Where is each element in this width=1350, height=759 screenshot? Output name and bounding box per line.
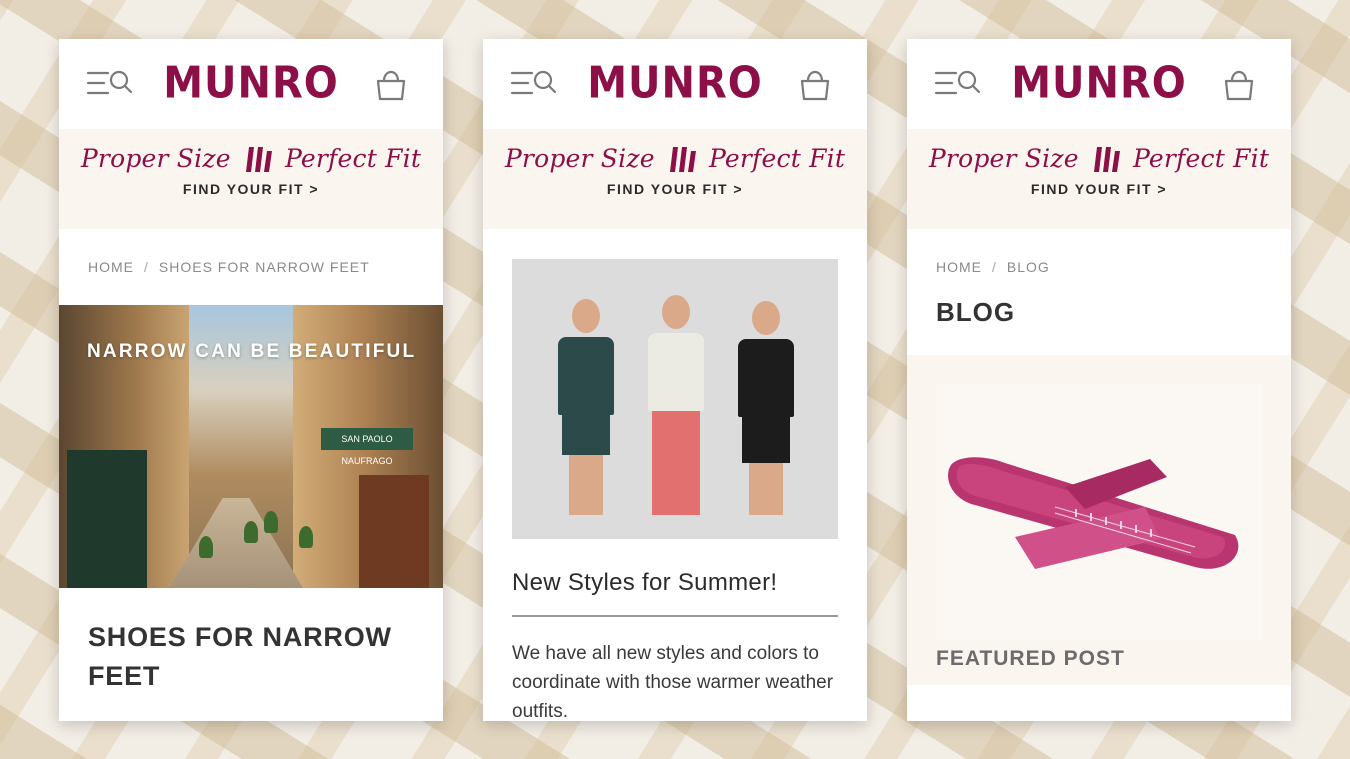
munro-m-mark-icon — [245, 147, 272, 172]
site-header: MUNRO — [483, 39, 867, 129]
shopping-bag-icon[interactable] — [1223, 67, 1255, 101]
breadcrumb: HOME / SHOES FOR NARROW FEET — [88, 259, 370, 275]
model-figure-black-dress — [736, 301, 796, 515]
phone-screen-summer-styles: MUNRO Proper Size Perfect Fit FIND YOUR … — [483, 39, 867, 721]
fit-promo-banner: Proper Size Perfect Fit FIND YOUR FIT > — [59, 129, 443, 229]
page-title-line-1: SHOES FOR NARROW — [88, 622, 392, 652]
promo-tagline: Proper Size Perfect Fit — [907, 129, 1291, 173]
breadcrumb: HOME / BLOG — [936, 259, 1050, 275]
promo-right-text: Perfect Fit — [1133, 144, 1270, 173]
breadcrumb-current: BLOG — [1006, 259, 1050, 275]
promo-tagline: Proper Size Perfect Fit — [483, 129, 867, 173]
post-excerpt: We have all new styles and colors to coo… — [512, 643, 834, 721]
shopping-bag-icon[interactable] — [799, 67, 831, 101]
promo-tagline: Proper Size Perfect Fit — [59, 129, 443, 173]
promo-right-text: Perfect Fit — [285, 144, 422, 173]
find-your-fit-link[interactable]: FIND YOUR FIT > — [59, 181, 443, 197]
find-your-fit-link[interactable]: FIND YOUR FIT > — [483, 181, 867, 197]
promo-left-text: Proper Size — [80, 144, 231, 173]
breadcrumb-home[interactable]: HOME — [88, 259, 134, 275]
model-figure-white-top — [646, 295, 706, 515]
find-your-fit-link[interactable]: FIND YOUR FIT > — [907, 181, 1291, 197]
promo-left-text: Proper Size — [504, 144, 655, 173]
shopping-bag-icon[interactable] — [375, 67, 407, 101]
promo-right-text: Perfect Fit — [709, 144, 846, 173]
munro-m-mark-icon — [669, 147, 696, 172]
promo-left-text: Proper Size — [928, 144, 1079, 173]
featured-post-section: FEATURED POST — [907, 355, 1291, 685]
hero-street-image: SAN PAOLO NAUFRAGO NARROW CAN BE BEAUTIF… — [59, 305, 443, 588]
page-title: SHOES FOR NARROW FEET — [59, 588, 443, 696]
post-title[interactable]: New Styles for Summer! — [483, 539, 867, 597]
shop-sign: SAN PAOLO NAUFRAGO — [321, 428, 413, 466]
site-header: MUNRO — [59, 39, 443, 129]
fit-promo-banner: Proper Size Perfect Fit FIND YOUR FIT > — [483, 129, 867, 229]
site-header: MUNRO — [907, 39, 1291, 129]
hero-caption: NARROW CAN BE BEAUTIFUL — [87, 341, 417, 362]
fit-promo-banner: Proper Size Perfect Fit FIND YOUR FIT > — [907, 129, 1291, 229]
model-figure-plaid — [556, 299, 616, 515]
breadcrumb-home[interactable]: HOME — [936, 259, 982, 275]
page-title: BLOG — [936, 297, 1016, 327]
featured-post-label: FEATURED POST — [936, 647, 1125, 670]
breadcrumb-current: SHOES FOR NARROW FEET — [158, 259, 370, 275]
models-photo[interactable] — [512, 259, 838, 539]
munro-m-mark-icon — [1093, 147, 1120, 172]
foot-measuring-device-image — [948, 457, 1239, 569]
phone-screen-blog: MUNRO Proper Size Perfect Fit FIND YOUR … — [907, 39, 1291, 721]
phone-screen-narrow-feet: MUNRO Proper Size Perfect Fit FIND YOUR … — [59, 39, 443, 721]
page-title-line-2: FEET — [88, 661, 161, 691]
